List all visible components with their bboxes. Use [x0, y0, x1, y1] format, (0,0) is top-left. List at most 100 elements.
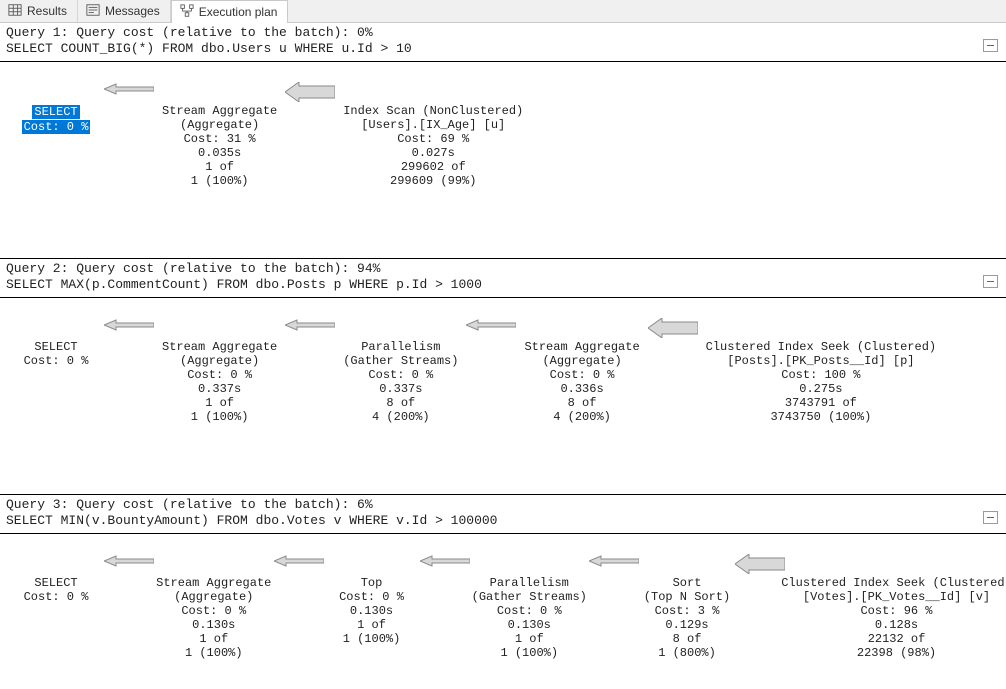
operator-text: 8 of — [386, 396, 415, 410]
operator-text: 0.035s — [198, 146, 241, 160]
operator-text: Stream Aggregate — [524, 340, 639, 354]
flow-arrow-icon — [420, 554, 470, 568]
messages-icon — [86, 3, 100, 20]
results-icon — [8, 3, 22, 20]
operator-text: 8 of — [673, 632, 702, 646]
operator-text: 0.027s — [412, 146, 455, 160]
operator-text: Cost: 0 % — [550, 368, 615, 382]
plan-operator[interactable]: ΣStream Aggregate(Aggregate)Cost: 0 %0.3… — [524, 308, 639, 424]
operator-text: (Gather Streams) — [472, 590, 587, 604]
execution-plan-icon — [180, 4, 194, 21]
operator-text: Stream Aggregate — [162, 340, 277, 354]
operator-text: 0.275s — [799, 382, 842, 396]
flow-arrow-icon — [285, 82, 335, 102]
flow-arrow-icon — [104, 82, 154, 96]
operator-text: Parallelism — [361, 340, 440, 354]
operator-text: 22398 (98%) — [857, 646, 936, 660]
operator-text: Clustered Index Seek (Clustered) — [706, 340, 936, 354]
plan-operator[interactable]: Index Scan (NonClustered)[Users].[IX_Age… — [343, 72, 523, 188]
plan-operator[interactable]: AZSort(Top N Sort)Cost: 3 %0.129s8 of1 (… — [647, 544, 727, 660]
plan-operator[interactable]: TopCost: 0 %0.130s1 of1 (100%) — [332, 544, 412, 646]
operator-text: Cost: 0 % — [187, 368, 252, 382]
plan-operator[interactable]: ΣStream Aggregate(Aggregate)Cost: 31 %0.… — [162, 72, 277, 188]
operator-text: Cost: 0 % — [181, 604, 246, 618]
operator-text: Index Scan (NonClustered) — [343, 104, 523, 118]
operator-text: Cost: 0 % — [24, 354, 89, 368]
query-header: Query 2: Query cost (relative to the bat… — [6, 261, 1000, 295]
header-separator — [0, 297, 1006, 298]
query-header: Query 1: Query cost (relative to the bat… — [6, 25, 1000, 59]
operator-text: SELECT — [32, 105, 79, 119]
tab-plan-label: Execution plan — [199, 5, 278, 19]
collapse-button[interactable] — [983, 275, 998, 288]
operator-text: 0.130s — [508, 618, 551, 632]
operator-text: 1 (100%) — [191, 174, 249, 188]
operator-text: Top — [361, 576, 383, 590]
plan-area[interactable]: Query 1: Query cost (relative to the bat… — [0, 23, 1006, 689]
plan-operator[interactable]: Parallelism(Gather Streams)Cost: 0 %0.13… — [478, 544, 582, 660]
operator-text: 1 (800%) — [658, 646, 716, 660]
tab-execution-plan[interactable]: Execution plan — [171, 0, 289, 23]
flow-arrow-icon — [285, 318, 335, 332]
operator-text: 0.336s — [560, 382, 603, 396]
header-separator — [0, 533, 1006, 534]
operator-text: (Aggregate) — [180, 354, 259, 368]
plan-operator[interactable]: Clustered Index Seek (Clustered)[Votes].… — [793, 544, 1000, 660]
tab-bar: Results Messages Execution plan — [0, 0, 1006, 23]
operator-text: Cost: 96 % — [860, 604, 932, 618]
flow-arrow-icon — [104, 318, 154, 332]
operator-text: Cost: 0 % — [22, 120, 91, 134]
operator-text: Clustered Index Seek (Clustered) — [781, 576, 1006, 590]
operator-text: 1 of — [205, 396, 234, 410]
operator-text: (Top N Sort) — [644, 590, 730, 604]
operator-text: Cost: 0 % — [368, 368, 433, 382]
operator-text: (Aggregate) — [174, 590, 253, 604]
operator-text: Stream Aggregate — [156, 576, 271, 590]
header-separator — [0, 61, 1006, 62]
query-block: Query 2: Query cost (relative to the bat… — [0, 259, 1006, 495]
plan-operator[interactable]: SELECTCost: 0 % — [16, 308, 96, 368]
query-header: Query 3: Query cost (relative to the bat… — [6, 497, 1000, 531]
operator-text: 1 (100%) — [185, 646, 243, 660]
operator-text: SELECT — [34, 576, 77, 590]
operator-row: SELECTCost: 0 %ΣStream Aggregate(Aggrega… — [6, 308, 1000, 424]
plan-operator[interactable]: SELECTCost: 0 % — [16, 72, 96, 134]
operator-text: 0.129s — [665, 618, 708, 632]
operator-text: Cost: 100 % — [781, 368, 860, 382]
query-sql-line: SELECT MAX(p.CommentCount) FROM dbo.Post… — [6, 277, 1000, 295]
query-cost-line: Query 3: Query cost (relative to the bat… — [6, 497, 1000, 513]
operator-text: 1 of — [199, 632, 228, 646]
operator-text: 299609 (99%) — [390, 174, 476, 188]
operator-text: 1 (100%) — [191, 410, 249, 424]
operator-text: 8 of — [568, 396, 597, 410]
operator-text: 299602 of — [401, 160, 466, 174]
operator-row: SELECTCost: 0 % ΣStream Aggregate(Aggrega… — [6, 72, 1000, 188]
operator-text: 22132 of — [868, 632, 926, 646]
operator-text: 1 (100%) — [343, 632, 401, 646]
collapse-button[interactable] — [983, 39, 998, 52]
query-block: Query 3: Query cost (relative to the bat… — [0, 495, 1006, 689]
operator-text: 1 (100%) — [500, 646, 558, 660]
operator-text: 1 of — [205, 160, 234, 174]
operator-row: SELECTCost: 0 %ΣStream Aggregate(Aggrega… — [6, 544, 1000, 660]
operator-text: Cost: 31 % — [184, 132, 256, 146]
flow-arrow-icon — [735, 554, 785, 574]
plan-operator[interactable]: Parallelism(Gather Streams)Cost: 0 %0.33… — [343, 308, 458, 424]
plan-operator[interactable]: SELECTCost: 0 % — [16, 544, 96, 604]
tab-messages[interactable]: Messages — [78, 0, 171, 22]
flow-arrow-icon — [466, 318, 516, 332]
collapse-button[interactable] — [983, 511, 998, 524]
operator-text: [Posts].[PK_Posts__Id] [p] — [727, 354, 914, 368]
query-sql-line: SELECT MIN(v.BountyAmount) FROM dbo.Vote… — [6, 513, 1000, 531]
operator-text: Cost: 3 % — [655, 604, 720, 618]
operator-text: 0.130s — [350, 604, 393, 618]
operator-text: [Votes].[PK_Votes__Id] [v] — [803, 590, 990, 604]
plan-operator[interactable]: ΣStream Aggregate(Aggregate)Cost: 0 %0.1… — [162, 544, 266, 660]
operator-text: SELECT — [34, 340, 77, 354]
operator-text: Cost: 69 % — [397, 132, 469, 146]
tab-results[interactable]: Results — [0, 0, 78, 22]
plan-operator[interactable]: Clustered Index Seek (Clustered)[Posts].… — [706, 308, 936, 424]
operator-text: 0.130s — [192, 618, 235, 632]
plan-operator[interactable]: ΣStream Aggregate(Aggregate)Cost: 0 %0.3… — [162, 308, 277, 424]
operator-text: 3743791 of — [785, 396, 857, 410]
